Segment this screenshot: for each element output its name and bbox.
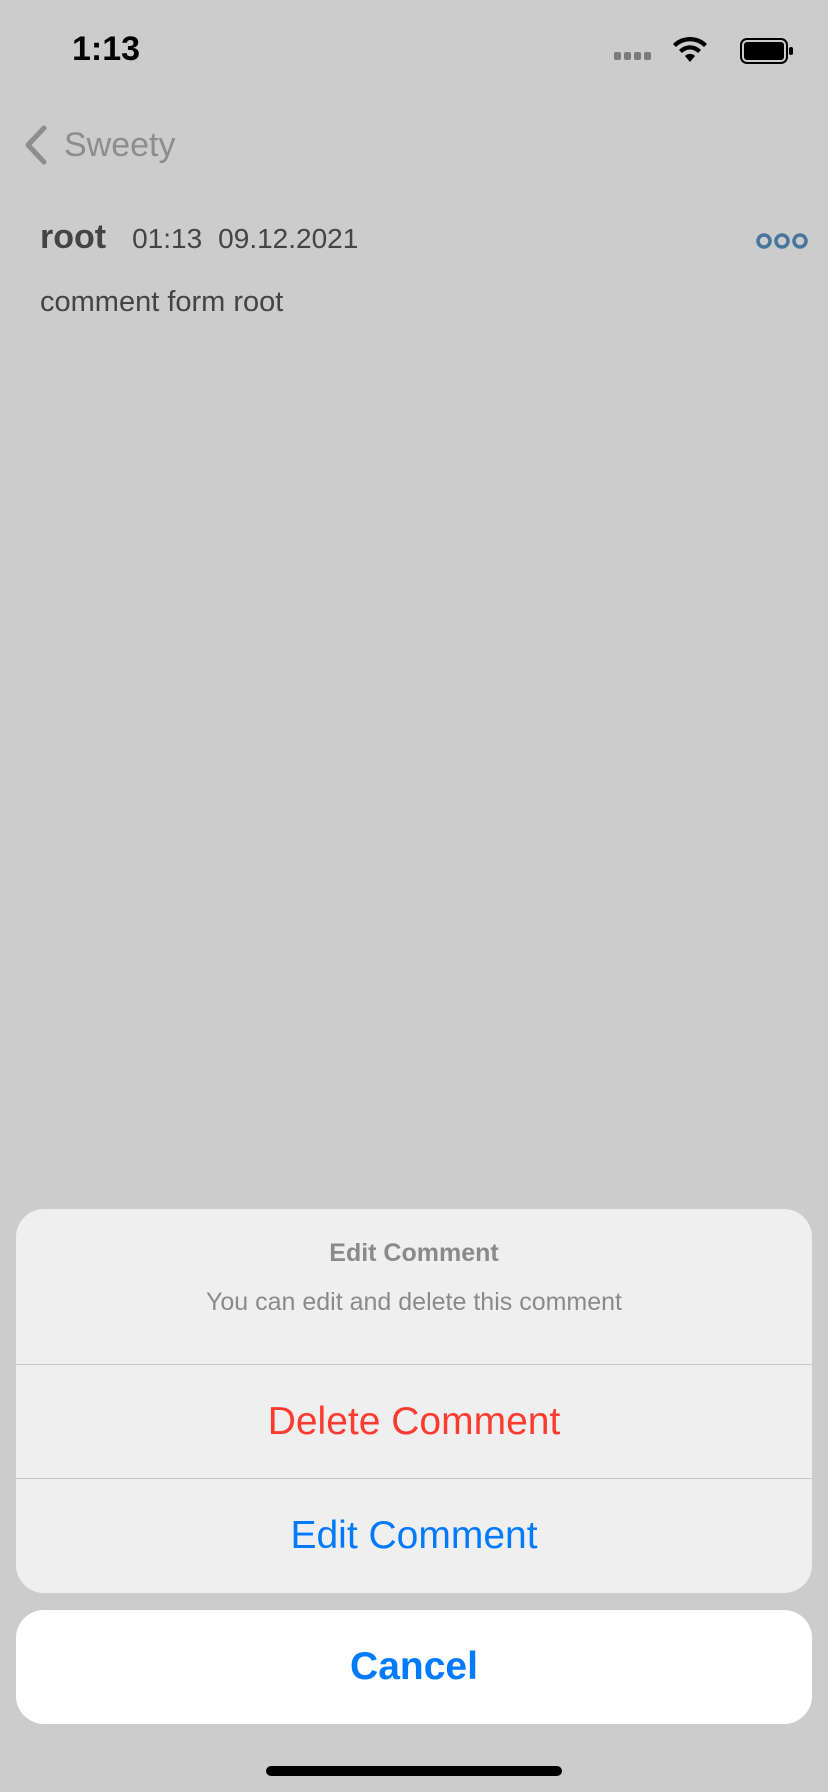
- action-sheet-message: You can edit and delete this comment: [205, 1288, 622, 1316]
- delete-comment-button[interactable]: Delete Comment: [16, 1364, 812, 1478]
- action-sheet-title: Edit Comment: [329, 1239, 499, 1267]
- action-sheet-header: Edit Comment You can edit and delete thi…: [16, 1209, 812, 1364]
- home-indicator: [266, 1766, 562, 1776]
- action-sheet: Edit Comment You can edit and delete thi…: [16, 1209, 812, 1593]
- edit-comment-button[interactable]: Edit Comment: [16, 1478, 812, 1592]
- cancel-button[interactable]: Cancel: [16, 1610, 812, 1724]
